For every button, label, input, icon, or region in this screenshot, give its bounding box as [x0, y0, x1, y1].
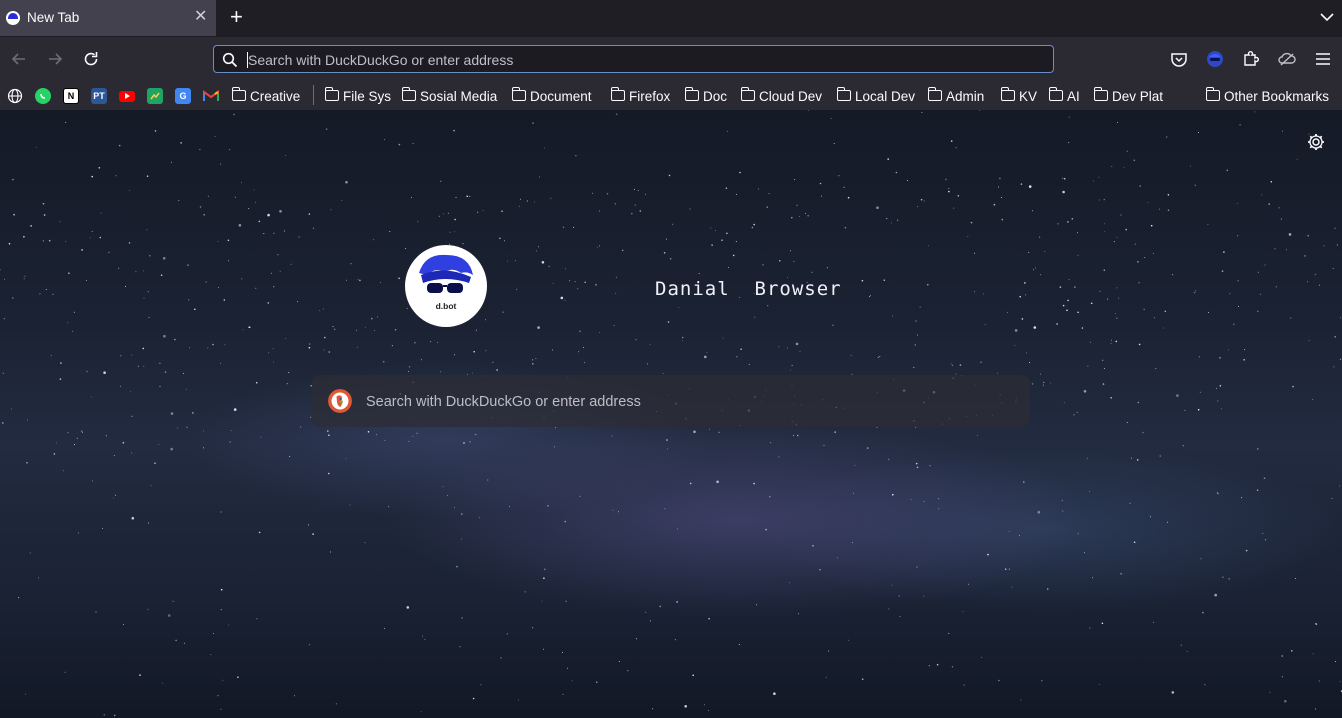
youtube-icon — [119, 90, 135, 102]
pocket-icon[interactable] — [1169, 49, 1189, 69]
folder-icon — [231, 86, 246, 101]
bookmarks-separator — [313, 85, 314, 105]
folder-icon — [610, 86, 625, 101]
bookmark-folder-firefox[interactable]: Firefox — [610, 86, 671, 106]
hamburger-menu-icon[interactable] — [1313, 49, 1333, 69]
tab-new-tab[interactable]: New Tab ✕ — [0, 0, 216, 36]
whatsapp-icon — [35, 88, 51, 104]
bookmark-folder-kv[interactable]: KV — [1000, 86, 1038, 106]
bookmark-google-translate[interactable]: G — [175, 86, 191, 106]
bookmark-folder-cloud-dev[interactable]: Cloud Dev — [740, 86, 823, 106]
bookmark-folder-label: Dev Plat — [1112, 88, 1164, 104]
bookmark-folder-local-dev[interactable]: Local Dev — [836, 86, 916, 106]
folder-icon — [1000, 86, 1015, 101]
bookmark-folder-label: File Sys — [343, 88, 392, 104]
folder-icon — [401, 86, 416, 101]
bookmark-folder-label: Creative — [250, 88, 301, 104]
dbot-avatar-icon — [419, 254, 473, 293]
bookmark-gmail[interactable] — [203, 86, 219, 106]
folder-icon — [511, 86, 526, 101]
globe-icon — [7, 88, 23, 104]
bookmark-folder-dev-plat[interactable]: Dev Plat — [1093, 86, 1164, 106]
bookmark-folder-doc[interactable]: Doc — [684, 86, 728, 106]
tab-strip: New Tab ✕ + — [0, 0, 1342, 37]
folder-icon — [324, 86, 339, 101]
bookmark-notion[interactable]: N — [63, 86, 79, 106]
notion-icon: N — [63, 88, 79, 104]
folder-icon — [1093, 86, 1108, 101]
url-input[interactable] — [246, 49, 1040, 71]
bookmark-folder-label: Admin — [946, 88, 985, 104]
folder-icon — [684, 86, 699, 101]
bookmark-folder-label: Cloud Dev — [759, 88, 823, 104]
forward-arrow-icon[interactable] — [45, 49, 65, 69]
bookmark-folder-file-sys[interactable]: File Sys — [324, 86, 392, 106]
bookmark-folder-label: Doc — [703, 88, 728, 104]
folder-icon — [740, 86, 755, 101]
bookmark-folder-label: Document — [530, 88, 592, 104]
duckduckgo-icon — [328, 389, 352, 413]
bookmark-google-sheets[interactable] — [147, 86, 163, 106]
extensions-puzzle-icon[interactable] — [1241, 49, 1261, 69]
bookmark-other-bookmarks[interactable]: Other Bookmarks — [1205, 86, 1330, 106]
bookmark-folder-ai[interactable]: AI — [1048, 86, 1080, 106]
bookmarks-toolbar: N PT G Creative File Sys Sosial Media Do… — [0, 81, 1342, 110]
dbot-logo: d.bot — [405, 245, 487, 327]
folder-icon — [836, 86, 851, 101]
new-tab-page: d.bot Danial Browser — [0, 110, 1342, 718]
gear-icon[interactable] — [1306, 132, 1326, 152]
bookmark-folder-sosial-media[interactable]: Sosial Media — [401, 86, 498, 106]
bookmark-pt[interactable]: PT — [91, 86, 107, 106]
sync-cloud-icon[interactable] — [1277, 49, 1297, 69]
bookmark-folder-admin[interactable]: Admin — [927, 86, 985, 106]
bookmark-folder-creative[interactable]: Creative — [231, 86, 301, 106]
bookmark-folder-label: Sosial Media — [420, 88, 498, 104]
close-tab-icon[interactable]: ✕ — [194, 9, 207, 25]
url-bar[interactable] — [213, 45, 1054, 73]
reload-icon[interactable] — [81, 49, 101, 69]
profile-avatar-icon[interactable] — [1205, 49, 1225, 69]
chevron-down-icon[interactable] — [1318, 8, 1336, 26]
bookmark-folder-label: Local Dev — [855, 88, 916, 104]
text-caret — [247, 52, 248, 68]
back-arrow-icon[interactable] — [9, 49, 29, 69]
bookmark-folder-document[interactable]: Document — [511, 86, 592, 106]
search-input[interactable] — [364, 391, 1008, 413]
bookmark-globe[interactable] — [7, 86, 23, 106]
folder-icon — [1205, 86, 1220, 101]
google-translate-icon: G — [175, 88, 191, 104]
other-bookmarks-label: Other Bookmarks — [1224, 88, 1330, 104]
bookmark-youtube[interactable] — [119, 86, 135, 106]
folder-icon — [1048, 86, 1063, 101]
search-icon — [222, 52, 238, 68]
bookmark-folder-label: KV — [1019, 88, 1038, 104]
pt-icon: PT — [91, 88, 107, 104]
bookmark-whatsapp[interactable] — [35, 86, 51, 106]
new-tab-button[interactable]: + — [230, 6, 243, 28]
navigation-toolbar — [0, 37, 1342, 81]
google-sheets-icon — [147, 88, 163, 104]
logo-text: d.bot — [435, 301, 457, 311]
search-box[interactable] — [312, 375, 1030, 427]
bookmark-folder-label: Firefox — [629, 88, 671, 104]
page-title: Danial Browser — [655, 278, 842, 300]
gmail-icon — [203, 88, 219, 104]
dbot-favicon-icon — [6, 11, 20, 25]
folder-icon — [927, 86, 942, 101]
tab-title: New Tab — [27, 10, 80, 25]
bookmark-folder-label: AI — [1067, 88, 1080, 104]
